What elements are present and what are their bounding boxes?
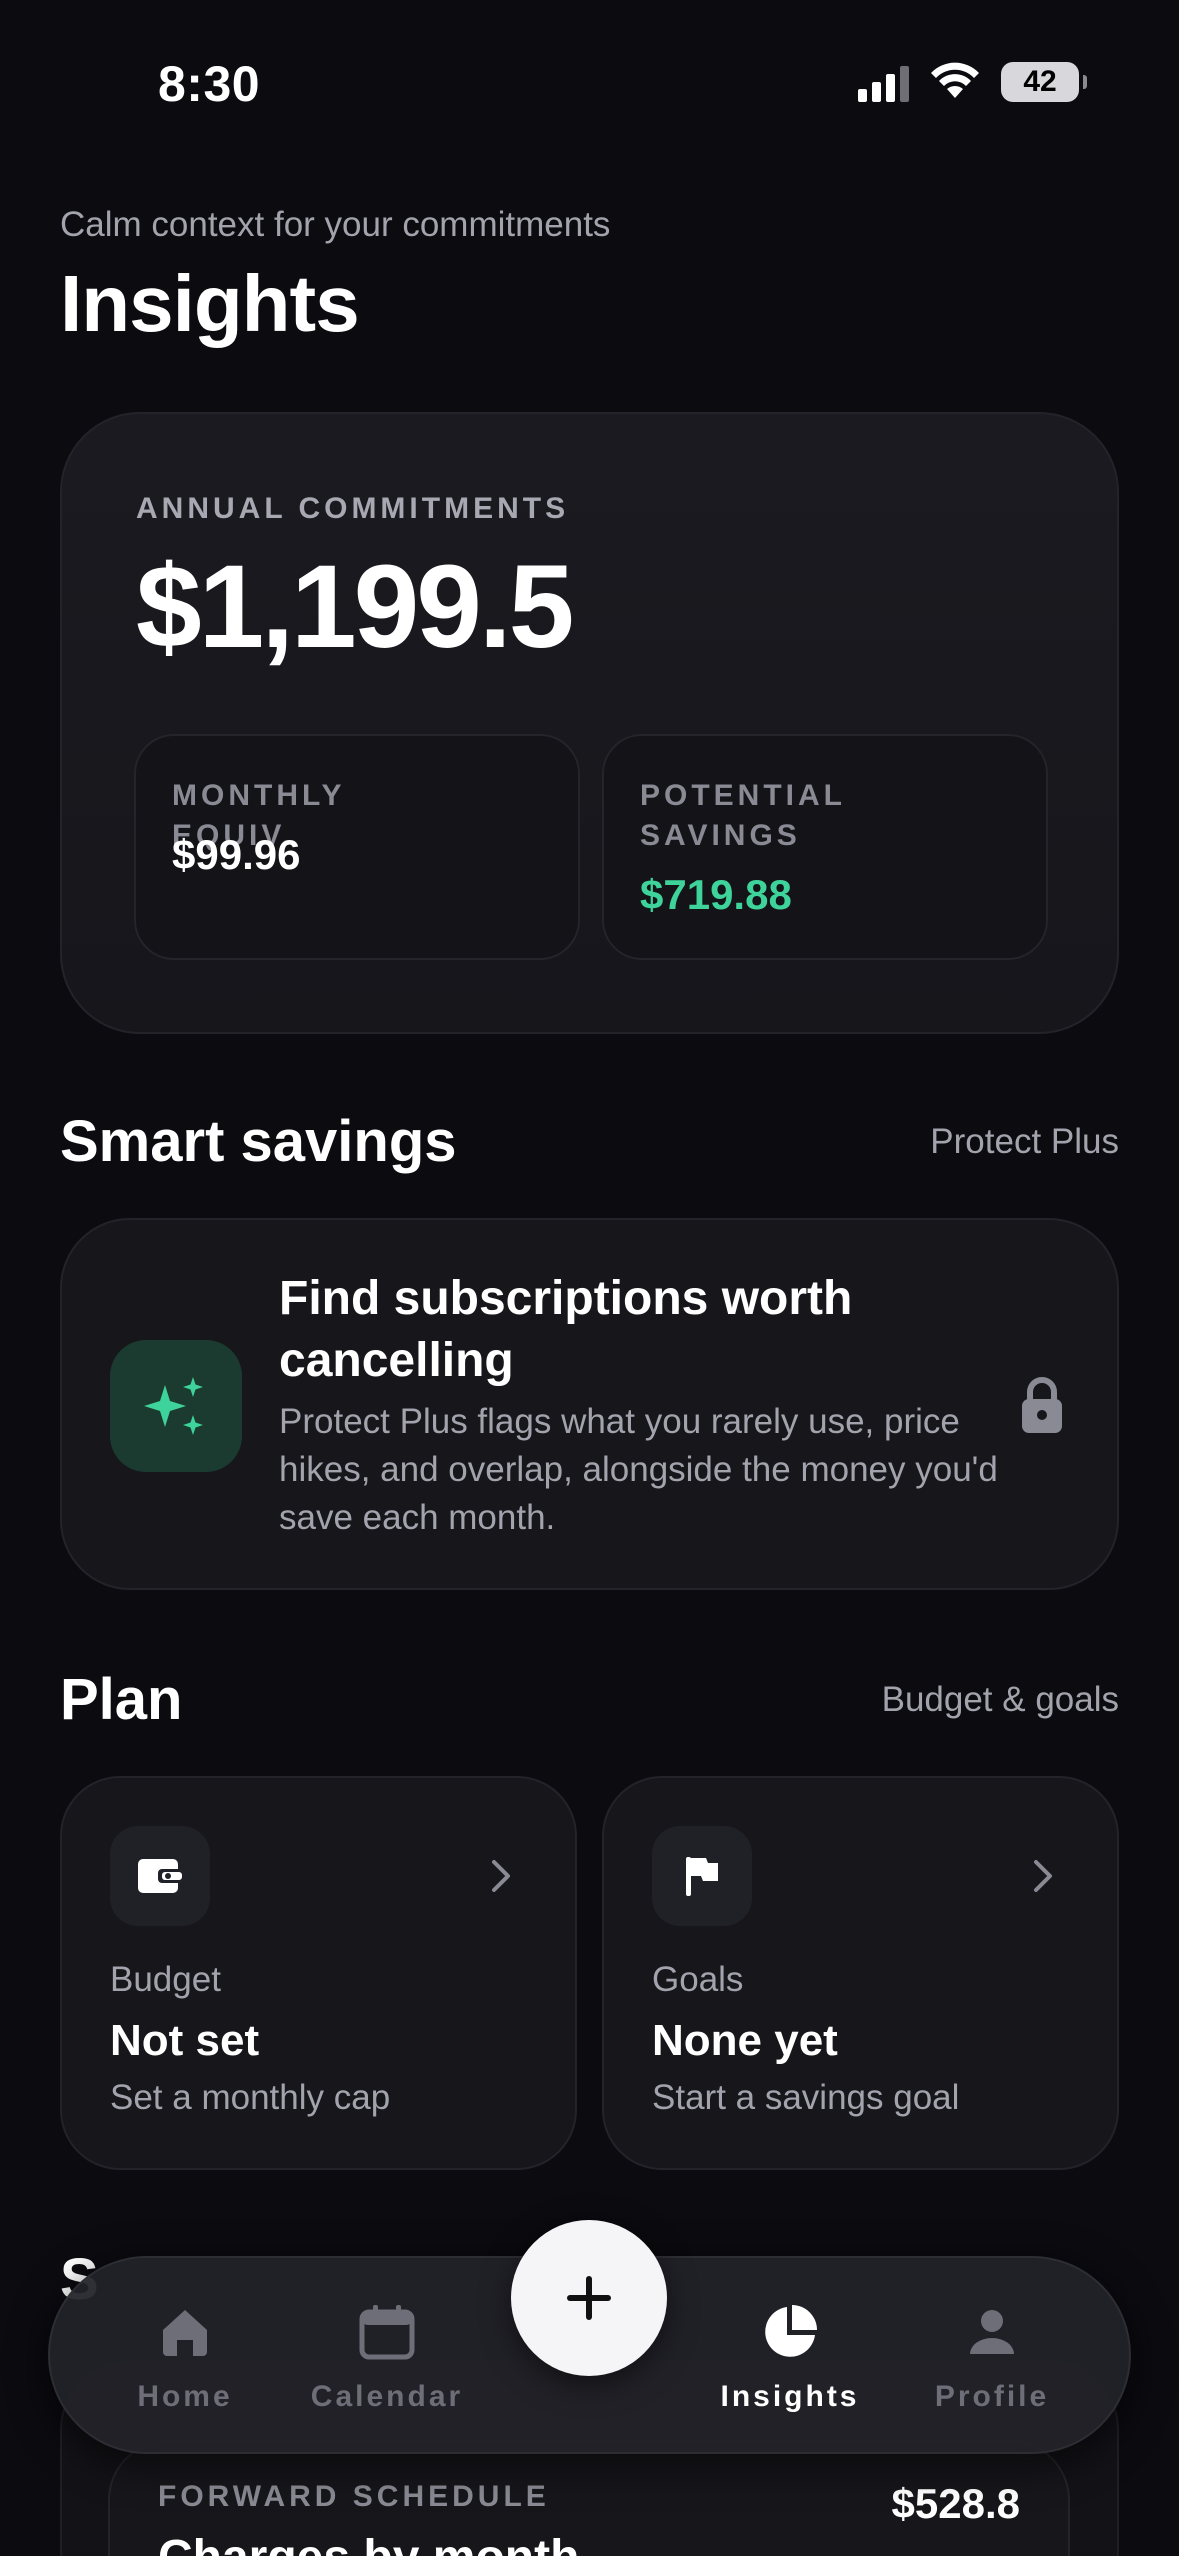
budget-label: Budget <box>110 1960 221 1999</box>
status-bar: 8:30 42 <box>0 0 1179 170</box>
budget-value: Not set <box>110 2016 260 2065</box>
find-subscriptions-card[interactable]: Find subscriptions worth cancelling Prot… <box>60 1218 1119 1590</box>
tab-home[interactable]: Home <box>85 2302 285 2414</box>
sparkles-icon <box>110 1340 242 1472</box>
calendar-icon <box>357 2302 417 2362</box>
tab-calendar-label: Calendar <box>310 2380 464 2413</box>
smart-savings-header: Smart savings Protect Plus <box>60 1108 1119 1175</box>
annual-commitments-value: $1,199.5 <box>136 541 574 673</box>
chevron-right-icon <box>1034 1860 1052 1892</box>
forward-schedule-total: $528.8 <box>891 2480 1020 2527</box>
forward-schedule-label: FORWARD SCHEDULE <box>158 2480 550 2513</box>
cellular-signal-icon <box>858 62 909 102</box>
monthly-equiv-stat: MONTHLY EQUIV. $99.96 <box>134 734 580 960</box>
forward-schedule-card[interactable]: FORWARD SCHEDULE $528.8 Charges by month <box>108 2440 1070 2556</box>
chevron-right-icon <box>492 1860 510 1892</box>
tab-insights-label: Insights <box>720 2380 860 2413</box>
budget-card[interactable]: Budget Not set Set a monthly cap <box>60 1776 577 2170</box>
add-button[interactable] <box>511 2220 667 2376</box>
goals-label: Goals <box>652 1960 744 1999</box>
smart-savings-title: Smart savings <box>60 1109 457 1174</box>
monthly-equiv-value: $99.96 <box>172 831 301 878</box>
tab-home-label: Home <box>137 2380 233 2413</box>
pie-chart-icon <box>760 2302 820 2362</box>
lock-icon <box>1022 1377 1062 1433</box>
goals-value: None yet <box>652 2016 838 2065</box>
status-time: 8:30 <box>158 56 261 112</box>
annual-commitments-card: ANNUAL COMMITMENTS $1,199.5 MONTHLY EQUI… <box>60 412 1119 1034</box>
tab-profile[interactable]: Profile <box>892 2302 1092 2414</box>
wifi-icon <box>931 62 979 98</box>
charges-by-month-title: Charges by month <box>158 2530 579 2556</box>
goals-card[interactable]: Goals None yet Start a savings goal <box>602 1776 1119 2170</box>
tab-profile-label: Profile <box>934 2380 1050 2413</box>
potential-savings-stat: POTENTIAL SAVINGS $719.88 <box>602 734 1048 960</box>
page-subtitle: Calm context for your commitments <box>60 205 611 244</box>
tab-insights[interactable]: Insights <box>690 2302 890 2414</box>
wallet-icon <box>110 1826 210 1926</box>
find-subscriptions-description: Protect Plus flags what you rarely use, … <box>279 1402 998 1537</box>
person-icon <box>962 2302 1022 2362</box>
annual-commitments-label: ANNUAL COMMITMENTS <box>136 492 570 525</box>
tab-calendar[interactable]: Calendar <box>287 2302 487 2414</box>
find-subscriptions-heading: Find subscriptions worth cancelling <box>279 1272 853 1387</box>
home-icon <box>155 2302 215 2362</box>
protect-plus-link[interactable]: Protect Plus <box>930 1122 1119 1162</box>
plan-title: Plan <box>60 1667 183 1732</box>
flag-icon <box>652 1826 752 1926</box>
plus-icon <box>567 2276 611 2320</box>
status-icons: 42 <box>858 62 1087 102</box>
goals-hint: Start a savings goal <box>652 2078 960 2117</box>
page-title: Insights <box>60 259 360 348</box>
plan-header: Plan Budget & goals <box>60 1666 1119 1733</box>
budget-goals-link[interactable]: Budget & goals <box>882 1680 1119 1720</box>
budget-hint: Set a monthly cap <box>110 2078 391 2117</box>
potential-savings-label: POTENTIAL SAVINGS <box>640 779 846 852</box>
battery-icon: 42 <box>1001 62 1087 102</box>
potential-savings-value: $719.88 <box>640 871 792 918</box>
